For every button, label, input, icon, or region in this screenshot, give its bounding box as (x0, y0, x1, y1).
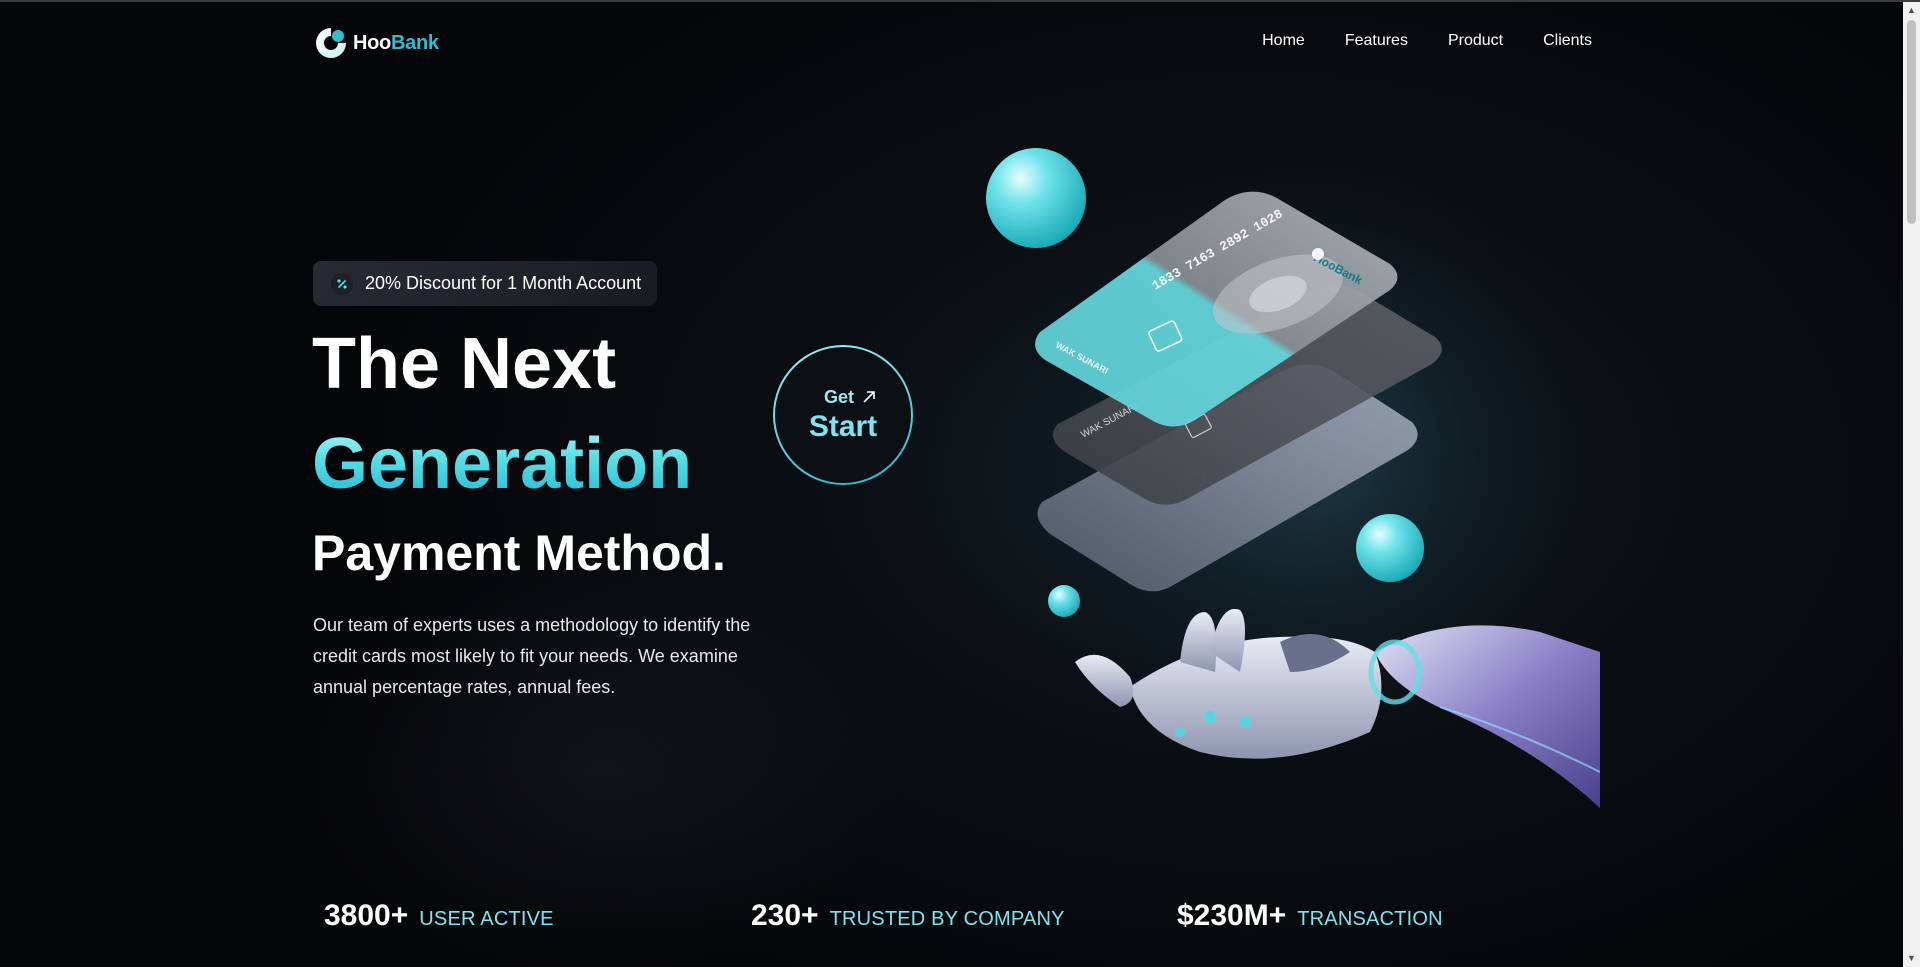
stat-user-active: 3800+ USER ACTIVE (324, 899, 554, 933)
get-started-button[interactable]: Get Start (773, 345, 913, 485)
stat-value: $230M+ (1177, 899, 1287, 932)
hero-title-line3: Payment Method. (312, 525, 726, 581)
scroll-up-arrow-icon[interactable]: ▲ (1903, 2, 1920, 19)
brand-logo[interactable]: HooBank (314, 26, 439, 60)
main-nav: Home Features Product Clients (1262, 32, 1592, 50)
page-scrollbar[interactable]: ▲ ▼ (1903, 2, 1920, 967)
stat-value: 230+ (751, 899, 819, 932)
scrollbar-thumb[interactable] (1907, 20, 1916, 224)
discount-badge: 20% Discount for 1 Month Account (313, 261, 658, 306)
stat-label: TRANSACTION (1297, 908, 1443, 930)
hero-title-line1: The Next (312, 324, 617, 404)
stat-value: 3800+ (324, 899, 409, 932)
nav-link-features[interactable]: Features (1345, 32, 1408, 50)
hero-title-line2: Generation (312, 424, 693, 504)
hero-illustration: WAK SUNARI 1833 7163 2892 1028 WAK SUNAR… (980, 132, 1601, 822)
get-started-label-top: Get (823, 386, 854, 407)
discount-text: 20% Discount for 1 Month Account (365, 273, 642, 293)
nav-link-product[interactable]: Product (1448, 32, 1503, 50)
nav-link-clients[interactable]: Clients (1543, 32, 1592, 50)
discount-percent-icon (331, 272, 353, 295)
arrow-up-right-icon (863, 391, 875, 403)
brand-name-part1: Hoo (353, 31, 391, 54)
stat-label: TRUSTED BY COMPANY (829, 908, 1065, 930)
brand-name: HooBank (353, 32, 439, 55)
hero-description: Our team of experts uses a methodology t… (313, 615, 751, 697)
scroll-down-arrow-icon[interactable]: ▼ (1903, 950, 1920, 967)
nav-link-home[interactable]: Home (1262, 32, 1305, 50)
stat-transaction: $230M+ TRANSACTION (1177, 899, 1443, 933)
get-started-label-bottom: Start (808, 409, 878, 443)
stat-trusted-by-company: 230+ TRUSTED BY COMPANY (751, 899, 1065, 933)
page: HooBank Home Features Product Clients 20… (0, 2, 1903, 967)
brand-name-part2: Bank (390, 31, 439, 54)
stat-label: USER ACTIVE (419, 908, 554, 930)
hoobank-logo-icon (314, 26, 348, 60)
